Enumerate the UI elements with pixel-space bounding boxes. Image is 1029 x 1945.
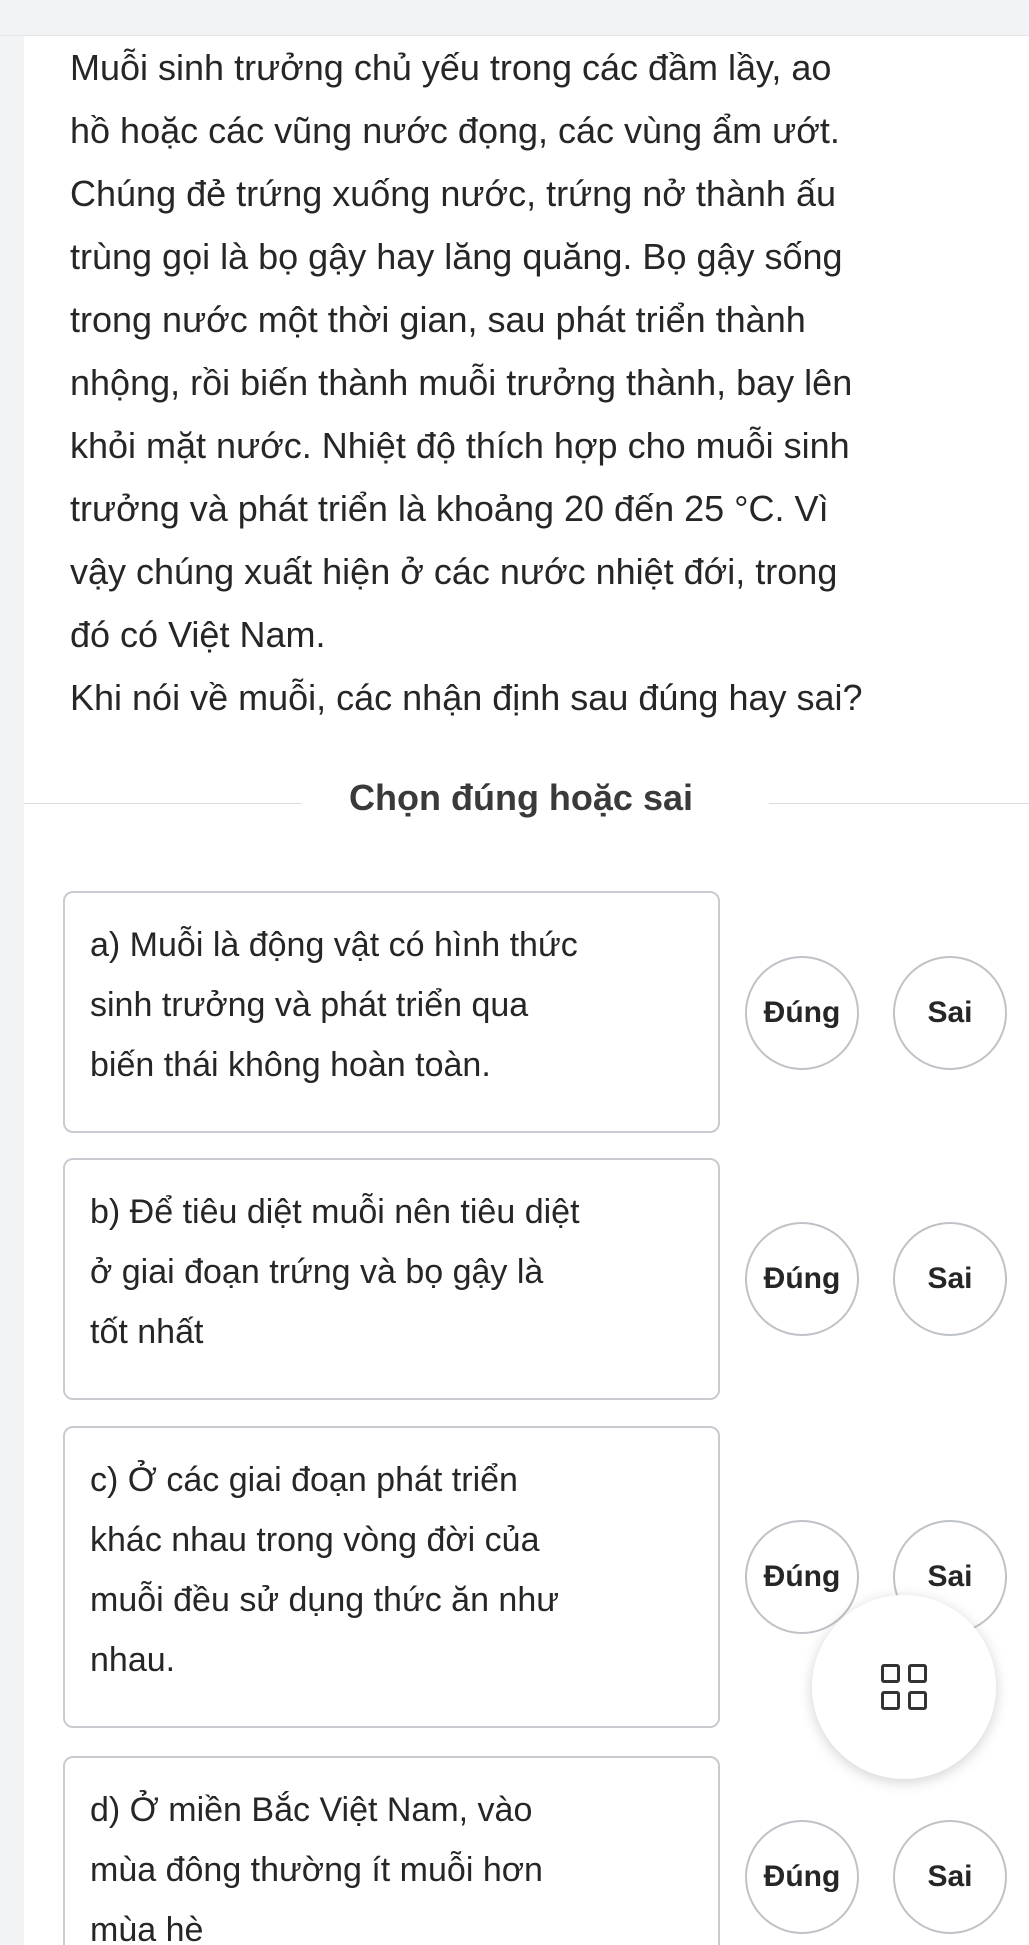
left-rail	[0, 36, 24, 1945]
statement-line: c) Ở các giai đoạn phát triển	[90, 1461, 518, 1499]
question-content: Muỗi sinh trưởng chủ yếu trong các đầm l…	[70, 36, 1005, 729]
statement-b-false-button[interactable]: Sai	[893, 1222, 1007, 1336]
statement-line: khác nhau trong vòng đời của	[90, 1521, 540, 1559]
question-passage: Muỗi sinh trưởng chủ yếu trong các đầm l…	[70, 36, 1005, 729]
passage-line: Chúng đẻ trứng xuống nước, trứng nở thàn…	[70, 173, 836, 214]
statement-line: a) Muỗi là động vật có hình thức	[90, 926, 578, 964]
divider-line-left	[24, 803, 302, 804]
statement-c-true-button[interactable]: Đúng	[745, 1520, 859, 1634]
passage-line: vậy chúng xuất hiện ở các nước nhiệt đới…	[70, 551, 838, 592]
question-prompt: Khi nói về muỗi, các nhận định sau đúng …	[70, 677, 863, 718]
statement-line: biến thái không hoàn toàn.	[90, 1046, 491, 1084]
statement-line: d) Ở miền Bắc Việt Nam, vào	[90, 1791, 533, 1829]
statement-c-box: c) Ở các giai đoạn phát triển khác nhau …	[63, 1426, 720, 1728]
statement-d-box: d) Ở miền Bắc Việt Nam, vào mùa đông thư…	[63, 1756, 720, 1945]
passage-line: Muỗi sinh trưởng chủ yếu trong các đầm l…	[70, 47, 832, 88]
passage-line: nhộng, rồi biến thành muỗi trưởng thành,…	[70, 362, 853, 403]
statement-line: sinh trưởng và phát triển qua	[90, 986, 529, 1024]
statement-a-true-button[interactable]: Đúng	[745, 956, 859, 1070]
passage-line: trưởng và phát triển là khoảng 20 đến 25…	[70, 488, 829, 529]
divider-line-right	[769, 803, 1029, 804]
grid-icon	[881, 1664, 927, 1710]
statement-line: mùa đông thường ít muỗi hơn	[90, 1851, 543, 1889]
statement-a-box: a) Muỗi là động vật có hình thức sinh tr…	[63, 891, 720, 1133]
statement-a-false-button[interactable]: Sai	[893, 956, 1007, 1070]
passage-line: hồ hoặc các vũng nước đọng, các vùng ẩm …	[70, 110, 840, 151]
passage-line: trùng gọi là bọ gậy hay lăng quăng. Bọ g…	[70, 236, 843, 277]
statement-b-box: b) Để tiêu diệt muỗi nên tiêu diệt ở gia…	[63, 1158, 720, 1400]
statement-line: mùa hè	[90, 1911, 204, 1945]
passage-line: trong nước một thời gian, sau phát triển…	[70, 299, 806, 340]
statement-b-true-button[interactable]: Đúng	[745, 1222, 859, 1336]
top-bar	[0, 0, 1029, 36]
question-grid-button[interactable]	[812, 1595, 996, 1779]
statement-line: nhau.	[90, 1641, 176, 1679]
statement-line: ở giai đoạn trứng và bọ gậy là	[90, 1253, 544, 1291]
statement-line: muỗi đều sử dụng thức ăn như	[90, 1581, 560, 1619]
section-divider: Chọn đúng hoặc sai	[24, 765, 1029, 825]
section-title: Chọn đúng hoặc sai	[349, 777, 694, 818]
passage-line: khỏi mặt nước. Nhiệt độ thích hợp cho mu…	[70, 425, 850, 466]
statement-line: b) Để tiêu diệt muỗi nên tiêu diệt	[90, 1193, 580, 1231]
statement-d-false-button[interactable]: Sai	[893, 1820, 1007, 1934]
passage-line: đó có Việt Nam.	[70, 614, 326, 655]
statement-d-true-button[interactable]: Đúng	[745, 1820, 859, 1934]
statement-line: tốt nhất	[90, 1313, 204, 1351]
